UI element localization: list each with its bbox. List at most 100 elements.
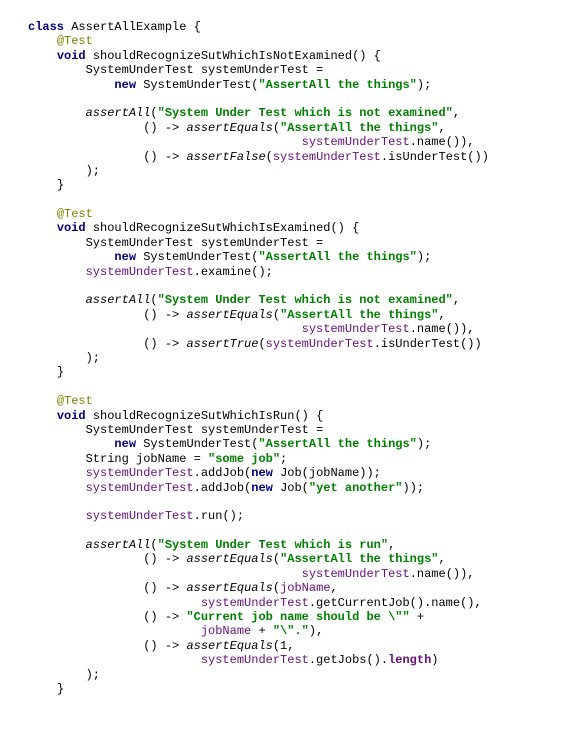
dot-isundertest: .isUnderTest()): [381, 150, 489, 164]
sut-var: systemUnderTest: [86, 509, 194, 523]
method2-sig: shouldRecognizeSutWhichIsExamined() {: [93, 221, 359, 235]
assertEquals: assertEquals: [186, 639, 272, 653]
dot-name: .name()),: [410, 135, 475, 149]
lambda: () ->: [143, 610, 186, 624]
method3-sig: shouldRecognizeSutWhichIsRun() {: [93, 409, 323, 423]
dot-name: .name()),: [410, 567, 475, 581]
close: );: [86, 668, 100, 682]
keyword-void: void: [57, 49, 86, 63]
annotation-test: @Test: [57, 207, 93, 221]
comma: ,: [439, 552, 446, 566]
job-ctor: Job(jobName));: [280, 466, 381, 480]
method1-sig: shouldRecognizeSutWhichIsNotExamined() {: [93, 49, 381, 63]
keyword-void: void: [57, 221, 86, 235]
string-notexamined: "System Under Test which is not examined…: [158, 293, 453, 307]
comma: ,: [439, 121, 446, 135]
close2: ));: [403, 481, 425, 495]
comma: ,: [439, 308, 446, 322]
close-brace: }: [57, 178, 64, 192]
plus: +: [410, 610, 432, 624]
comma: ,: [453, 106, 460, 120]
comma: ,: [330, 581, 337, 595]
lambda: () ->: [143, 337, 186, 351]
lambda: () ->: [143, 639, 186, 653]
sut-decl: systemUnderTest =: [201, 63, 323, 77]
open: (: [266, 150, 273, 164]
code-block: class AssertAllExample { @Test void shou…: [28, 20, 549, 696]
lambda: () ->: [143, 581, 186, 595]
open: (: [150, 293, 157, 307]
lambda: () ->: [143, 150, 186, 164]
lambda: () ->: [143, 308, 186, 322]
one: (1,: [273, 639, 295, 653]
string-escq: "\".": [273, 624, 309, 638]
dot-examine: .examine();: [194, 265, 273, 279]
dot-getcurrent: .getCurrentJob().name(),: [309, 596, 482, 610]
string-title: "AssertAll the things": [280, 121, 438, 135]
sut-ctor: SystemUnderTest(: [143, 437, 258, 451]
close-paren-comma: ),: [309, 624, 323, 638]
sut-decl: systemUnderTest =: [201, 236, 323, 250]
open: (: [258, 337, 265, 351]
assertEquals: assertEquals: [186, 121, 272, 135]
keyword-new: new: [114, 250, 136, 264]
sut-type: SystemUnderTest: [86, 236, 201, 250]
open: (: [150, 106, 157, 120]
sut-var: systemUnderTest: [302, 567, 410, 581]
sut-type: SystemUnderTest: [86, 423, 201, 437]
string-title: "AssertAll the things": [258, 437, 416, 451]
lambda: () ->: [143, 121, 186, 135]
keyword-void: void: [57, 409, 86, 423]
string-title: "AssertAll the things": [280, 308, 438, 322]
jobName-var: jobName: [280, 581, 330, 595]
string-title: "AssertAll the things": [258, 250, 416, 264]
sut-var: systemUnderTest: [302, 135, 410, 149]
string-yetanother: "yet another": [309, 481, 403, 495]
keyword-new: new: [251, 466, 273, 480]
string-title: "AssertAll the things": [258, 78, 416, 92]
keyword-new: new: [251, 481, 273, 495]
keyword-new: new: [114, 78, 136, 92]
plus: +: [251, 624, 273, 638]
sut-var: systemUnderTest: [302, 322, 410, 336]
comma: ,: [388, 538, 395, 552]
dot-getjobs: .getJobs().: [309, 653, 388, 667]
string-title: "AssertAll the things": [280, 552, 438, 566]
open: (: [273, 308, 280, 322]
sut-var: systemUnderTest: [266, 337, 374, 351]
string-type: String jobName =: [86, 452, 208, 466]
length-field: length: [388, 653, 431, 667]
sut-ctor: SystemUnderTest(: [143, 250, 258, 264]
assertEquals: assertEquals: [186, 552, 272, 566]
sut-var: systemUnderTest: [273, 150, 381, 164]
assertAll: assertAll: [86, 106, 151, 120]
close: );: [417, 437, 431, 451]
sut-var: systemUnderTest: [201, 596, 309, 610]
dot-addjob: .addJob(: [194, 481, 252, 495]
lambda: () ->: [143, 552, 186, 566]
string-somejob: "some job": [208, 452, 280, 466]
dot-addjob: .addJob(: [194, 466, 252, 480]
semi: ;: [280, 452, 287, 466]
open: (: [273, 552, 280, 566]
close: );: [86, 164, 100, 178]
sut-var: systemUnderTest: [86, 265, 194, 279]
assertEquals: assertEquals: [186, 308, 272, 322]
sut-var: systemUnderTest: [201, 653, 309, 667]
class-name: AssertAllExample {: [71, 20, 201, 34]
dot-run: .run();: [194, 509, 244, 523]
close-brace: }: [57, 682, 64, 696]
assertAll: assertAll: [86, 538, 151, 552]
assertEquals: assertEquals: [186, 581, 272, 595]
sut-ctor: SystemUnderTest(: [143, 78, 258, 92]
open: (: [273, 581, 280, 595]
dot-name: .name()),: [410, 322, 475, 336]
close-paren-only: ): [431, 653, 438, 667]
dot-isundertest: .isUnderTest()): [374, 337, 482, 351]
keyword-new: new: [114, 437, 136, 451]
string-notexamined: "System Under Test which is not examined…: [158, 106, 453, 120]
sut-decl: systemUnderTest =: [201, 423, 323, 437]
keyword-class: class: [28, 20, 64, 34]
open: (: [150, 538, 157, 552]
open: (: [273, 121, 280, 135]
